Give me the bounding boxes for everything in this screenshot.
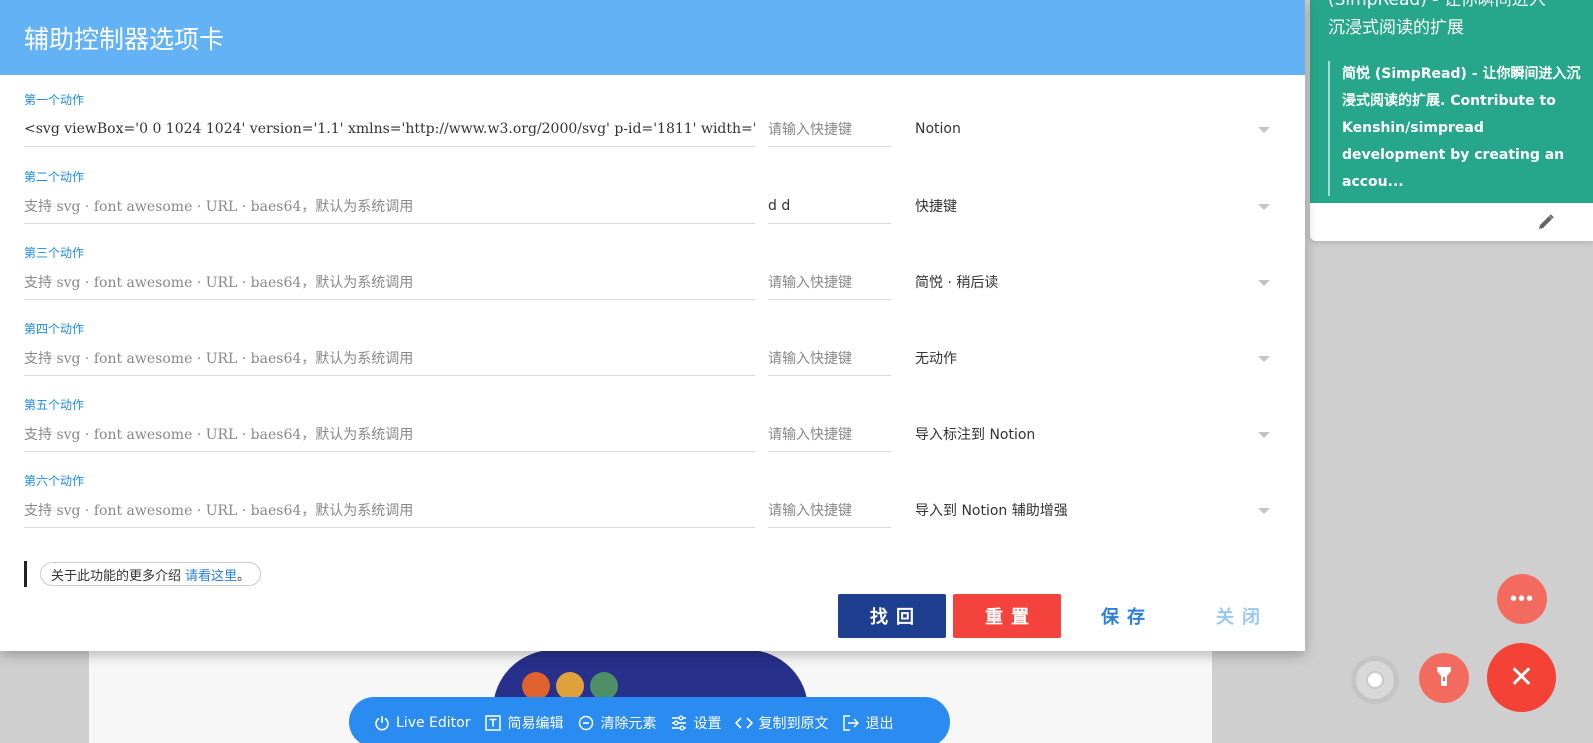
- shortcut-input[interactable]: 请输入快捷键: [768, 416, 891, 452]
- window-dot-yellow: [556, 672, 584, 700]
- dropdown-caret-icon: [1258, 280, 1270, 286]
- clear-element-button[interactable]: 清除元素: [577, 713, 656, 733]
- action-label: 第三个动作: [24, 246, 85, 260]
- save-button[interactable]: 保存: [1069, 594, 1177, 638]
- notification-header: (SimpRead) - 让你瞬间进入 沉浸式阅读的扩展 简悦 (SimpRea…: [1310, 0, 1593, 203]
- sliders-icon: [670, 714, 688, 732]
- circle-icon: [1366, 671, 1384, 689]
- action-select-value: 简悦 · 稍后读: [915, 275, 999, 291]
- dropdown-caret-icon: [1258, 356, 1270, 362]
- shortcut-input[interactable]: 请输入快捷键: [768, 264, 891, 300]
- flashlight-icon: [1435, 665, 1453, 692]
- action-select-value: 导入标注到 Notion: [915, 427, 1036, 443]
- power-icon: [373, 714, 391, 732]
- window-dot-green: [590, 672, 618, 700]
- controller-options-dialog: 辅助控制器选项卡 第一个动作 <svg viewBox='0 0 1024 10…: [0, 0, 1305, 651]
- icon-input[interactable]: <svg viewBox='0 0 1024 1024' version='1.…: [24, 111, 755, 147]
- focus-mode-button[interactable]: [1351, 656, 1399, 704]
- action-row-5: 第五个动作 支持 svg · font awesome · URL · baes…: [24, 396, 1274, 470]
- more-info-link[interactable]: 请看这里: [185, 565, 237, 584]
- simple-edit-label: 简易编辑: [507, 716, 564, 732]
- action-label: 第五个动作: [24, 398, 85, 412]
- action-select[interactable]: 导入标注到 Notion: [915, 416, 1270, 452]
- more-fab-button[interactable]: •••: [1497, 574, 1547, 624]
- icon-input[interactable]: 支持 svg · font awesome · URL · baes64，默认为…: [24, 188, 755, 224]
- find-button[interactable]: 找回: [838, 594, 946, 638]
- reset-button[interactable]: 重置: [953, 594, 1061, 638]
- dropdown-caret-icon: [1258, 127, 1270, 133]
- action-row-4: 第四个动作 支持 svg · font awesome · URL · baes…: [24, 320, 1274, 394]
- shortcut-input[interactable]: d d: [768, 188, 891, 224]
- action-row-6: 第六个动作 支持 svg · font awesome · URL · baes…: [24, 472, 1274, 546]
- action-select[interactable]: 快捷键: [915, 188, 1270, 224]
- notification-quote: 简悦 (SimpRead) - 让你瞬间进入沉浸式阅读的扩展. Contribu…: [1328, 61, 1586, 196]
- icon-input[interactable]: 支持 svg · font awesome · URL · baes64，默认为…: [24, 340, 755, 376]
- copy-to-source-button[interactable]: 复制到原文: [735, 713, 828, 733]
- action-select-value: Notion: [915, 121, 961, 137]
- exit-icon: [842, 714, 860, 732]
- live-editor-label: Live Editor: [396, 715, 471, 731]
- dialog-header: 辅助控制器选项卡: [0, 0, 1305, 75]
- dialog-title: 辅助控制器选项卡: [24, 24, 225, 54]
- text-icon: [484, 714, 502, 732]
- shortcut-input[interactable]: 请输入快捷键: [768, 492, 891, 528]
- dropdown-caret-icon: [1258, 432, 1270, 438]
- close-button[interactable]: 关闭: [1184, 594, 1292, 638]
- action-select[interactable]: Notion: [915, 111, 1270, 147]
- exit-label: 退出: [865, 716, 894, 732]
- shortcut-input[interactable]: 请输入快捷键: [768, 111, 891, 147]
- notification-card[interactable]: (SimpRead) - 让你瞬间进入 沉浸式阅读的扩展 简悦 (SimpRea…: [1310, 0, 1593, 241]
- icon-input[interactable]: 支持 svg · font awesome · URL · baes64，默认为…: [24, 416, 755, 452]
- live-editor-button[interactable]: Live Editor: [373, 714, 470, 732]
- close-fab-button[interactable]: ✕: [1487, 643, 1556, 712]
- bottom-toolbar: Live Editor 简易编辑 清除元素 设置 复制到原文 退出: [349, 697, 950, 743]
- action-select-value: 快捷键: [915, 199, 957, 215]
- close-icon: ✕: [1508, 661, 1535, 694]
- more-info-suffix: 。: [237, 568, 251, 584]
- action-select-value: 无动作: [915, 351, 957, 367]
- clear-element-label: 清除元素: [600, 716, 657, 732]
- notification-title-line1: (SimpRead) - 让你瞬间进入: [1328, 0, 1546, 10]
- exit-button[interactable]: 退出: [842, 713, 893, 733]
- action-label: 第四个动作: [24, 322, 85, 336]
- window-dot-red: [522, 672, 550, 700]
- more-icon: •••: [1509, 587, 1534, 610]
- action-select[interactable]: 无动作: [915, 340, 1270, 376]
- action-row-2: 第二个动作 支持 svg · font awesome · URL · baes…: [24, 168, 1274, 242]
- minus-circle-icon: [577, 714, 595, 732]
- code-icon: [735, 714, 754, 732]
- dropdown-caret-icon: [1258, 508, 1270, 514]
- icon-input[interactable]: 支持 svg · font awesome · URL · baes64，默认为…: [24, 264, 755, 300]
- more-info-text: 关于此功能的更多介绍: [51, 568, 182, 584]
- action-row-3: 第三个动作 支持 svg · font awesome · URL · baes…: [24, 244, 1274, 318]
- notification-title-line2: 沉浸式阅读的扩展: [1328, 18, 1464, 38]
- action-row-1: 第一个动作 <svg viewBox='0 0 1024 1024' versi…: [24, 91, 1274, 165]
- more-info-pill: 关于此功能的更多介绍 请看这里 。: [40, 562, 262, 586]
- quote-bar: [24, 561, 27, 587]
- action-label: 第二个动作: [24, 170, 85, 184]
- action-label: 第一个动作: [24, 93, 85, 107]
- notification-title: (SimpRead) - 让你瞬间进入 沉浸式阅读的扩展: [1328, 0, 1578, 42]
- settings-button[interactable]: 设置: [670, 713, 721, 733]
- icon-input[interactable]: 支持 svg · font awesome · URL · baes64，默认为…: [24, 492, 755, 528]
- action-select[interactable]: 简悦 · 稍后读: [915, 264, 1270, 300]
- more-info-note: 关于此功能的更多介绍 请看这里 。: [24, 561, 262, 587]
- dropdown-caret-icon: [1258, 204, 1270, 210]
- highlight-fab-button[interactable]: [1419, 653, 1469, 703]
- settings-label: 设置: [693, 716, 722, 732]
- action-select-value: 导入到 Notion 辅助增强: [915, 503, 1068, 519]
- pencil-icon[interactable]: [1537, 213, 1557, 233]
- shortcut-input[interactable]: 请输入快捷键: [768, 340, 891, 376]
- copy-to-source-label: 复制到原文: [758, 716, 829, 732]
- action-label: 第六个动作: [24, 474, 85, 488]
- simple-edit-button[interactable]: 简易编辑: [484, 713, 563, 733]
- action-select[interactable]: 导入到 Notion 辅助增强: [915, 492, 1270, 528]
